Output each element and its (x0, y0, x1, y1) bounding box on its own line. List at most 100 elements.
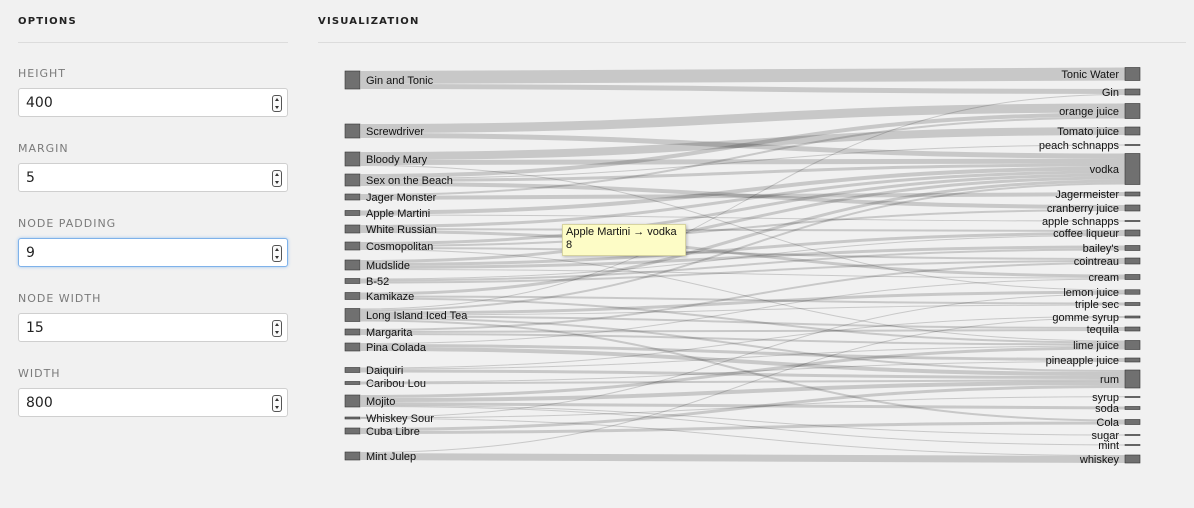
sankey-link[interactable] (360, 67, 1126, 84)
node-rect[interactable] (1124, 289, 1141, 295)
sankey-node[interactable]: Margarita (344, 327, 413, 339)
sankey-node[interactable]: pineapple juice (1046, 355, 1141, 367)
sankey-node[interactable]: cointreau (1074, 256, 1141, 268)
sankey-node[interactable]: coffee liqueur (1053, 228, 1141, 240)
node-rect[interactable] (1124, 153, 1141, 185)
sankey-node[interactable]: cream (1088, 272, 1141, 284)
sankey-link[interactable] (360, 228, 1126, 232)
sankey-link[interactable] (360, 329, 1126, 333)
sankey-node[interactable]: apple schnapps (1042, 216, 1141, 228)
sankey-node[interactable]: Tonic Water (1061, 67, 1141, 82)
node-rect[interactable] (1124, 454, 1141, 464)
sankey-link[interactable] (360, 84, 1126, 94)
node-rect[interactable] (344, 123, 361, 139)
node-rect[interactable] (1124, 396, 1141, 398)
sankey-node[interactable]: Cola (1096, 417, 1141, 429)
node-rect[interactable] (344, 151, 361, 167)
node-label: peach schnapps (1039, 140, 1120, 152)
node-rect[interactable] (344, 173, 361, 187)
sankey-link[interactable] (360, 406, 1126, 446)
sankey-node[interactable]: Cuba Libre (344, 426, 420, 438)
node-rect[interactable] (1124, 245, 1141, 251)
node-rect[interactable] (344, 394, 361, 408)
sankey-node[interactable]: lime juice (1073, 340, 1141, 352)
node-label: rum (1100, 374, 1119, 386)
sankey-node[interactable]: Cosmopolitan (344, 241, 433, 253)
node-label: Screwdriver (366, 126, 424, 138)
sankey-node[interactable]: Apple Martini (344, 208, 430, 220)
sankey-link[interactable] (360, 192, 1126, 200)
node-rect[interactable] (344, 224, 361, 234)
tooltip-link: Apple Martini → vodka (566, 226, 677, 238)
node-rect[interactable] (344, 278, 361, 284)
node-rect[interactable] (344, 367, 361, 373)
sankey-node[interactable]: peach schnapps (1039, 140, 1141, 152)
node-rect[interactable] (344, 328, 361, 336)
sankey-node[interactable]: Mudslide (344, 259, 410, 272)
node-rect[interactable] (1124, 419, 1141, 425)
sankey-node[interactable]: Jagermeister (1055, 189, 1141, 201)
node-rect[interactable] (1124, 369, 1141, 389)
node-rect[interactable] (1124, 88, 1141, 96)
sankey-node[interactable]: soda (1095, 403, 1141, 415)
node-rect[interactable] (344, 427, 361, 435)
node-rect[interactable] (344, 381, 361, 385)
node-rect[interactable] (344, 70, 361, 90)
node-rect[interactable] (1124, 144, 1141, 146)
node-label: Margarita (366, 327, 413, 339)
sankey-node[interactable]: gomme syrup (1052, 312, 1141, 324)
node-rect[interactable] (344, 308, 361, 322)
sankey-node[interactable]: Daiquiri (344, 365, 403, 377)
sankey-node[interactable]: cranberry juice (1047, 203, 1141, 215)
node-rect[interactable] (1124, 444, 1141, 446)
node-rect[interactable] (1124, 340, 1141, 350)
node-rect[interactable] (1124, 315, 1141, 319)
node-rect[interactable] (1124, 191, 1141, 197)
node-label: bailey's (1083, 243, 1120, 255)
sankey-node[interactable]: mint (1098, 440, 1141, 452)
sankey-node[interactable]: Pina Colada (344, 342, 427, 354)
node-rect[interactable] (1124, 434, 1141, 436)
sankey-node[interactable]: tequila (1087, 324, 1141, 336)
sankey-node[interactable]: triple sec (1075, 299, 1141, 311)
node-rect[interactable] (1124, 326, 1141, 332)
node-rect[interactable] (1124, 220, 1141, 222)
sankey-node[interactable]: White Russian (344, 224, 437, 236)
sankey-node[interactable]: Caribou Lou (344, 378, 426, 390)
node-rect[interactable] (1124, 103, 1141, 119)
sankey-node[interactable]: Jager Monster (344, 192, 437, 204)
sankey-node[interactable]: orange juice (1059, 103, 1141, 119)
node-rect[interactable] (1124, 257, 1141, 265)
sankey-node[interactable]: whiskey (1079, 454, 1141, 466)
node-rect[interactable] (1124, 274, 1141, 280)
sankey-link[interactable] (360, 453, 1126, 463)
node-rect[interactable] (1124, 204, 1141, 212)
sankey-node[interactable]: lemon juice (1063, 287, 1141, 299)
node-rect[interactable] (344, 451, 361, 461)
sankey-node[interactable]: Tomato juice (1057, 126, 1141, 138)
sankey-node[interactable]: Kamikaze (344, 291, 414, 303)
sankey-node[interactable]: bailey's (1083, 243, 1141, 255)
node-label: lemon juice (1063, 287, 1119, 299)
node-rect[interactable] (344, 210, 361, 216)
node-rect[interactable] (1124, 229, 1141, 237)
sankey-node[interactable]: B-52 (344, 276, 389, 288)
node-rect[interactable] (344, 259, 361, 271)
node-rect[interactable] (1124, 67, 1141, 81)
node-rect[interactable] (344, 193, 361, 201)
node-rect[interactable] (344, 416, 361, 420)
sankey-node[interactable]: Mojito (344, 394, 395, 408)
node-rect[interactable] (344, 342, 361, 352)
node-rect[interactable] (1124, 406, 1141, 410)
node-rect[interactable] (1124, 357, 1141, 363)
node-label: Cosmopolitan (366, 241, 433, 253)
node-rect[interactable] (344, 292, 361, 300)
sankey-node[interactable]: Screwdriver (344, 123, 424, 139)
sankey-node[interactable]: Whiskey Sour (344, 413, 434, 425)
sankey-node[interactable]: Bloody Mary (344, 151, 428, 167)
sankey-link[interactable] (360, 333, 1126, 346)
sankey-node[interactable]: Mint Julep (344, 451, 416, 463)
node-rect[interactable] (344, 241, 361, 251)
node-rect[interactable] (1124, 302, 1141, 306)
node-rect[interactable] (1124, 126, 1141, 136)
